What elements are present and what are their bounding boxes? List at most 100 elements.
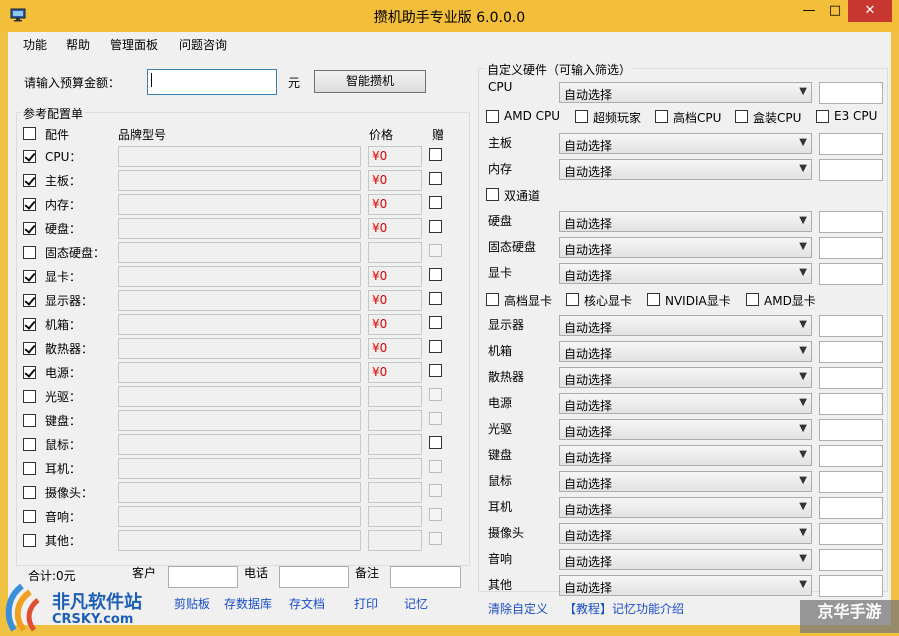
gift-checkbox[interactable]	[429, 364, 442, 377]
part-checkbox[interactable]	[23, 270, 36, 283]
brand-model-field[interactable]	[118, 194, 361, 215]
gift-checkbox[interactable]	[429, 316, 442, 329]
filter-checkbox[interactable]	[575, 110, 588, 123]
hw-filter-input[interactable]	[819, 237, 883, 259]
hw-filter-input[interactable]	[819, 82, 883, 104]
brand-model-field[interactable]	[118, 506, 361, 527]
gift-checkbox[interactable]	[429, 436, 442, 449]
filter-checkbox[interactable]	[735, 110, 748, 123]
hw-filter-input[interactable]	[819, 575, 883, 597]
part-checkbox[interactable]	[23, 294, 36, 307]
menu-consult[interactable]: 问题咨询	[179, 36, 227, 53]
memory-tutorial-link[interactable]: 【教程】记忆功能介绍	[564, 600, 684, 617]
hw-select-low-3[interactable]: 自动选择 ▼	[559, 393, 812, 414]
close-button[interactable]: ✕	[848, 0, 892, 22]
part-checkbox[interactable]	[23, 246, 36, 259]
hw-filter-input[interactable]	[819, 471, 883, 493]
brand-model-field[interactable]	[118, 314, 361, 335]
brand-model-field[interactable]	[118, 146, 361, 167]
hw-select-low-2[interactable]: 自动选择 ▼	[559, 367, 812, 388]
hw-select-mid-0[interactable]: 自动选择 ▼	[559, 133, 812, 154]
brand-model-field[interactable]	[118, 218, 361, 239]
hw-filter-input[interactable]	[819, 445, 883, 467]
title-bar[interactable]: 攒机助手专业版 6.0.0.0 — □ ✕	[0, 0, 899, 32]
hw-filter-input[interactable]	[819, 393, 883, 415]
save-document-link[interactable]: 存文档	[289, 595, 325, 612]
brand-model-field[interactable]	[118, 362, 361, 383]
part-checkbox[interactable]	[23, 390, 36, 403]
save-database-link[interactable]: 存数据库	[224, 595, 272, 612]
part-checkbox[interactable]	[23, 366, 36, 379]
hw-filter-input[interactable]	[819, 211, 883, 233]
brand-model-field[interactable]	[118, 458, 361, 479]
filter-checkbox[interactable]	[655, 110, 668, 123]
smart-build-button[interactable]: 智能攒机	[314, 70, 426, 93]
part-checkbox[interactable]	[23, 462, 36, 475]
hw-select-mid-1[interactable]: 自动选择 ▼	[559, 159, 812, 180]
hw-select-low-5[interactable]: 自动选择 ▼	[559, 445, 812, 466]
note-input[interactable]	[390, 566, 461, 588]
filter-checkbox[interactable]	[566, 293, 579, 306]
filter-checkbox[interactable]	[816, 110, 829, 123]
minimize-button[interactable]: —	[796, 0, 822, 22]
hw-select-low-0[interactable]: 自动选择 ▼	[559, 315, 812, 336]
customer-input[interactable]	[168, 566, 238, 588]
select-all-checkbox[interactable]	[23, 127, 36, 140]
part-checkbox[interactable]	[23, 438, 36, 451]
dual-channel-checkbox[interactable]	[486, 188, 499, 201]
hw-filter-input[interactable]	[819, 419, 883, 441]
brand-model-field[interactable]	[118, 482, 361, 503]
brand-model-field[interactable]	[118, 410, 361, 431]
clipboard-link[interactable]: 剪贴板	[174, 595, 210, 612]
part-checkbox[interactable]	[23, 486, 36, 499]
hw-select-low-10[interactable]: 自动选择 ▼	[559, 575, 812, 596]
hw-filter-input[interactable]	[819, 549, 883, 571]
brand-model-field[interactable]	[118, 266, 361, 287]
brand-model-field[interactable]	[118, 386, 361, 407]
filter-checkbox[interactable]	[486, 110, 499, 123]
hw-select-disk-1[interactable]: 自动选择 ▼	[559, 237, 812, 258]
part-checkbox[interactable]	[23, 198, 36, 211]
brand-model-field[interactable]	[118, 290, 361, 311]
hw-filter-input[interactable]	[819, 341, 883, 363]
filter-checkbox[interactable]	[647, 293, 660, 306]
menu-function[interactable]: 功能	[23, 36, 47, 53]
hw-select-low-1[interactable]: 自动选择 ▼	[559, 341, 812, 362]
part-checkbox[interactable]	[23, 414, 36, 427]
gift-checkbox[interactable]	[429, 196, 442, 209]
hw-select-disk-0[interactable]: 自动选择 ▼	[559, 211, 812, 232]
hw-select-disk-2[interactable]: 自动选择 ▼	[559, 263, 812, 284]
part-checkbox[interactable]	[23, 534, 36, 547]
hw-select-low-6[interactable]: 自动选择 ▼	[559, 471, 812, 492]
menu-help[interactable]: 帮助	[66, 36, 90, 53]
phone-input[interactable]	[279, 566, 349, 588]
hw-filter-input[interactable]	[819, 263, 883, 285]
brand-model-field[interactable]	[118, 170, 361, 191]
gift-checkbox[interactable]	[429, 292, 442, 305]
hw-select-low-4[interactable]: 自动选择 ▼	[559, 419, 812, 440]
hw-filter-input[interactable]	[819, 497, 883, 519]
hw-select-low-8[interactable]: 自动选择 ▼	[559, 523, 812, 544]
part-checkbox[interactable]	[23, 318, 36, 331]
brand-model-field[interactable]	[118, 242, 361, 263]
brand-model-field[interactable]	[118, 338, 361, 359]
hw-filter-input[interactable]	[819, 315, 883, 337]
gift-checkbox[interactable]	[429, 340, 442, 353]
memory-link[interactable]: 记忆	[404, 595, 428, 612]
hw-select-low-7[interactable]: 自动选择 ▼	[559, 497, 812, 518]
part-checkbox[interactable]	[23, 510, 36, 523]
filter-checkbox[interactable]	[746, 293, 759, 306]
hw-filter-input[interactable]	[819, 523, 883, 545]
budget-input[interactable]	[147, 69, 277, 95]
brand-model-field[interactable]	[118, 434, 361, 455]
hw-select-cpu[interactable]: 自动选择 ▼	[559, 82, 812, 103]
part-checkbox[interactable]	[23, 222, 36, 235]
hw-filter-input[interactable]	[819, 367, 883, 389]
part-checkbox[interactable]	[23, 342, 36, 355]
hw-filter-input[interactable]	[819, 133, 883, 155]
brand-model-field[interactable]	[118, 530, 361, 551]
gift-checkbox[interactable]	[429, 172, 442, 185]
print-link[interactable]: 打印	[354, 595, 378, 612]
hw-select-low-9[interactable]: 自动选择 ▼	[559, 549, 812, 570]
gift-checkbox[interactable]	[429, 268, 442, 281]
